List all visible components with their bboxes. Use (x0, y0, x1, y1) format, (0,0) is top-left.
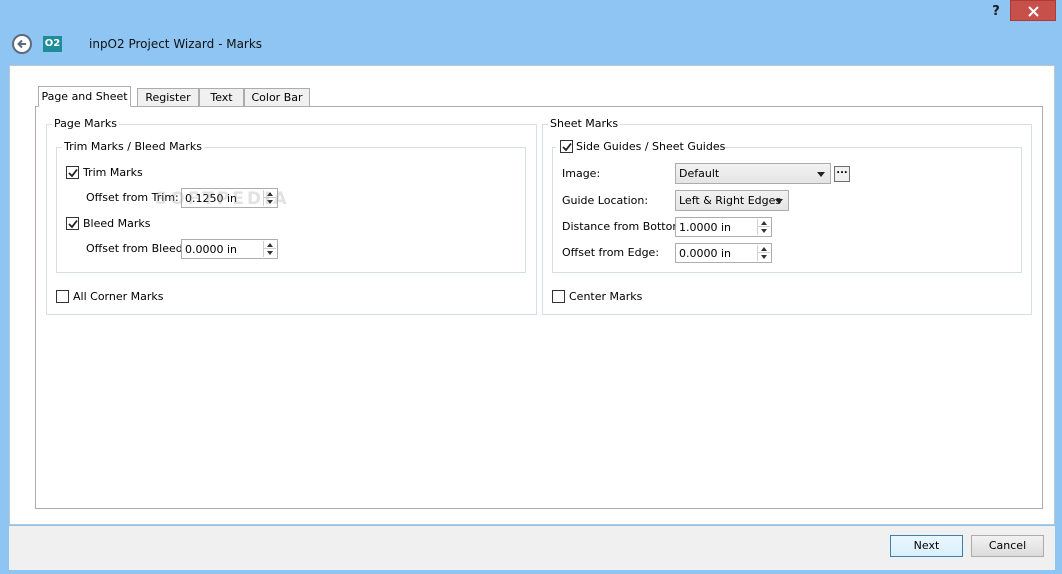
help-button[interactable]: ? (986, 3, 1006, 21)
tab-color-bar[interactable]: Color Bar (244, 88, 310, 107)
trim-marks-checkbox[interactable] (66, 166, 79, 179)
chevron-up-icon (761, 221, 767, 225)
offset-edge-input[interactable]: 0.0000 in (675, 243, 772, 263)
tab-text[interactable]: Text (199, 88, 244, 107)
distance-bottom-value: 1.0000 in (679, 221, 732, 234)
guide-location-select[interactable]: Left & Right Edges (675, 190, 789, 211)
trim-marks-label: Trim Marks (83, 166, 143, 179)
bleed-marks-checkbox[interactable] (66, 217, 79, 230)
arrow-left-icon (17, 39, 26, 49)
offset-bleed-value: 0.0000 in (185, 243, 238, 256)
offset-bleed-input[interactable]: 0.0000 in (181, 239, 278, 259)
chevron-down-icon (761, 229, 767, 233)
sheet-marks-title: Sheet Marks (548, 117, 621, 130)
chevron-down-icon (761, 255, 767, 259)
image-select[interactable]: Default (675, 163, 831, 184)
checkmark-icon (562, 142, 572, 152)
close-icon (1028, 6, 1039, 17)
spin-down-button[interactable] (758, 253, 770, 261)
chevron-up-icon (267, 243, 273, 247)
all-corner-marks-label: All Corner Marks (73, 290, 164, 303)
offset-bleed-label: Offset from Bleed: (86, 242, 187, 255)
cancel-button[interactable]: Cancel (971, 535, 1044, 557)
all-corner-marks-checkbox[interactable] (56, 290, 69, 303)
page-marks-title: Page Marks (52, 117, 119, 130)
window-title: inpO2 Project Wizard - Marks (89, 37, 263, 51)
tab-register[interactable]: Register (137, 88, 199, 107)
spin-up-button[interactable] (758, 219, 770, 227)
guide-location-value: Left & Right Edges (679, 194, 782, 207)
center-marks-label: Center Marks (569, 290, 643, 303)
chevron-down-icon (267, 251, 273, 255)
checkmark-icon (68, 219, 78, 229)
tab-page-and-sheet[interactable]: Page and Sheet (38, 86, 131, 107)
chevron-up-icon (761, 247, 767, 251)
guide-location-label: Guide Location: (562, 194, 649, 207)
image-label: Image: (562, 167, 601, 180)
side-guides-checkbox[interactable] (560, 140, 573, 153)
spin-down-button[interactable] (264, 249, 276, 257)
next-button[interactable]: Next (890, 535, 963, 557)
center-marks-checkbox[interactable] (552, 290, 565, 303)
checkmark-icon (68, 168, 78, 178)
side-guides-label: Side Guides / Sheet Guides (576, 140, 726, 153)
offset-edge-label: Offset from Edge: (562, 246, 660, 259)
spin-down-button[interactable] (758, 227, 770, 235)
spin-up-button[interactable] (758, 245, 770, 253)
distance-bottom-input[interactable]: 1.0000 in (675, 217, 772, 237)
app-logo: O2 (43, 36, 62, 52)
offset-edge-value: 0.0000 in (679, 247, 732, 260)
spin-up-button[interactable] (264, 241, 276, 249)
chevron-down-icon (775, 199, 783, 204)
distance-bottom-label: Distance from Bottom: (562, 220, 687, 233)
close-button[interactable] (1010, 0, 1056, 21)
trim-bleed-title: Trim Marks / Bleed Marks (62, 140, 204, 153)
chevron-down-icon (817, 172, 825, 177)
watermark: SOFTPEDIA (155, 189, 290, 209)
back-button[interactable] (12, 34, 32, 54)
browse-button[interactable]: ... (834, 166, 850, 182)
bleed-marks-label: Bleed Marks (83, 217, 151, 230)
image-value: Default (679, 167, 720, 180)
